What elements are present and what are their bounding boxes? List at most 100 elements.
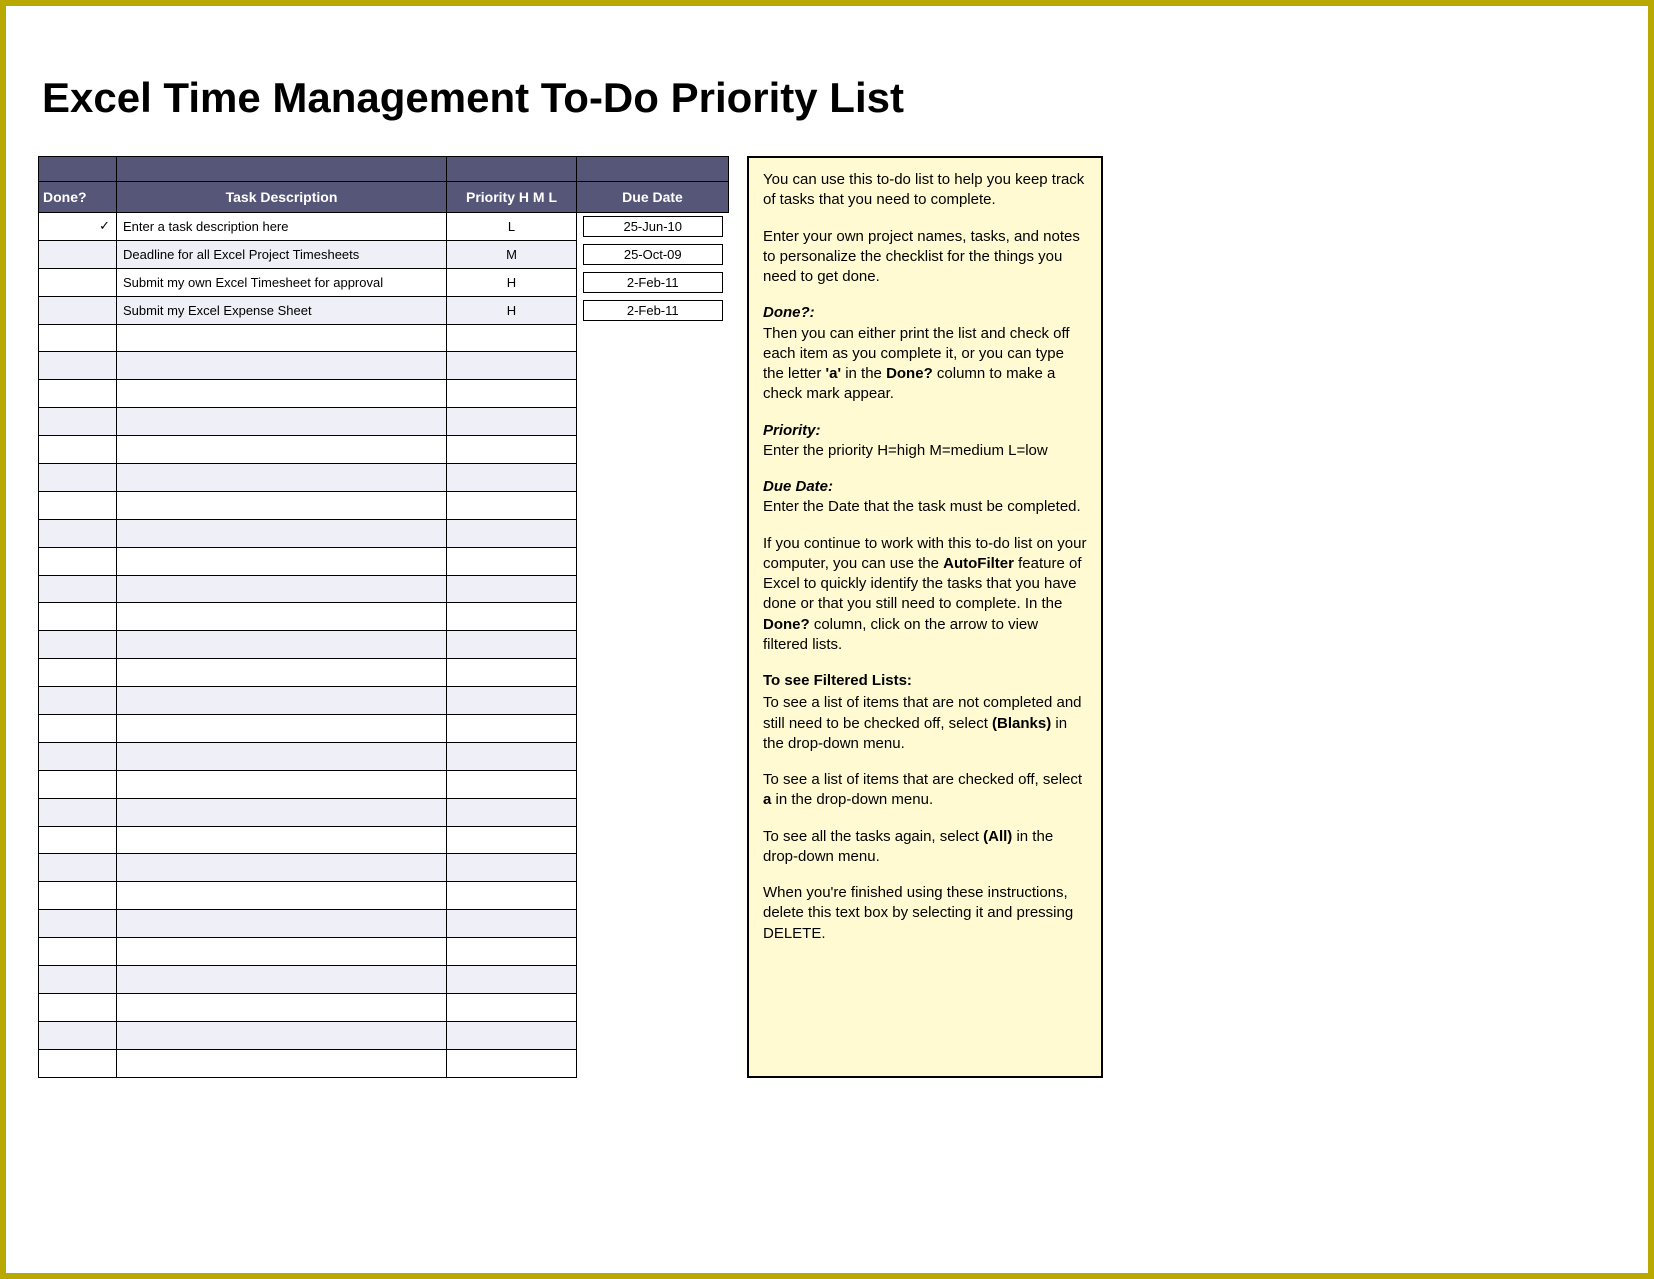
cell-priority[interactable] — [447, 603, 577, 631]
cell-due[interactable] — [577, 603, 729, 631]
cell-priority[interactable] — [447, 659, 577, 687]
cell-priority[interactable] — [447, 882, 577, 910]
cell-done[interactable] — [39, 408, 117, 436]
cell-due[interactable] — [577, 380, 729, 408]
cell-task[interactable] — [117, 966, 447, 994]
cell-done[interactable] — [39, 547, 117, 575]
column-header-due[interactable]: Due Date — [577, 157, 729, 213]
column-header-done[interactable]: Done? — [39, 157, 117, 213]
cell-priority[interactable]: L — [447, 213, 577, 241]
cell-done[interactable] — [39, 240, 117, 268]
cell-due[interactable] — [577, 715, 729, 743]
cell-due[interactable] — [577, 1049, 729, 1077]
cell-task[interactable] — [117, 1049, 447, 1077]
cell-done[interactable] — [39, 1049, 117, 1077]
cell-priority[interactable]: M — [447, 240, 577, 268]
cell-task[interactable] — [117, 491, 447, 519]
cell-done[interactable] — [39, 603, 117, 631]
cell-due[interactable] — [577, 687, 729, 715]
cell-task[interactable] — [117, 547, 447, 575]
cell-due[interactable] — [577, 491, 729, 519]
cell-due[interactable] — [577, 798, 729, 826]
cell-task[interactable] — [117, 687, 447, 715]
cell-task[interactable]: Submit my own Excel Timesheet for approv… — [117, 268, 447, 296]
cell-task[interactable] — [117, 993, 447, 1021]
cell-priority[interactable] — [447, 1049, 577, 1077]
cell-done[interactable] — [39, 854, 117, 882]
cell-task[interactable] — [117, 882, 447, 910]
cell-done[interactable] — [39, 826, 117, 854]
cell-priority[interactable] — [447, 910, 577, 938]
cell-done[interactable] — [39, 352, 117, 380]
cell-due[interactable]: 25-Oct-09 — [577, 240, 729, 268]
instructions-panel[interactable]: You can use this to-do list to help you … — [747, 156, 1103, 1078]
cell-due[interactable] — [577, 993, 729, 1021]
cell-task[interactable] — [117, 770, 447, 798]
cell-due[interactable] — [577, 882, 729, 910]
cell-priority[interactable] — [447, 687, 577, 715]
cell-due[interactable] — [577, 631, 729, 659]
cell-priority[interactable] — [447, 464, 577, 492]
cell-due[interactable] — [577, 575, 729, 603]
cell-priority[interactable] — [447, 575, 577, 603]
cell-due[interactable] — [577, 659, 729, 687]
cell-task[interactable] — [117, 910, 447, 938]
cell-task[interactable]: Submit my Excel Expense Sheet — [117, 296, 447, 324]
column-header-task[interactable]: Task Description — [117, 157, 447, 213]
cell-task[interactable] — [117, 352, 447, 380]
cell-done[interactable] — [39, 324, 117, 352]
cell-priority[interactable] — [447, 519, 577, 547]
cell-done[interactable] — [39, 1021, 117, 1049]
cell-done[interactable] — [39, 575, 117, 603]
cell-done[interactable] — [39, 742, 117, 770]
cell-priority[interactable] — [447, 993, 577, 1021]
cell-priority[interactable] — [447, 938, 577, 966]
cell-due[interactable] — [577, 464, 729, 492]
cell-due[interactable] — [577, 938, 729, 966]
cell-done[interactable] — [39, 380, 117, 408]
cell-priority[interactable] — [447, 798, 577, 826]
cell-due[interactable] — [577, 910, 729, 938]
cell-due[interactable] — [577, 408, 729, 436]
cell-priority[interactable] — [447, 770, 577, 798]
cell-due[interactable]: 2-Feb-11 — [577, 296, 729, 324]
cell-due[interactable] — [577, 854, 729, 882]
cell-priority[interactable] — [447, 380, 577, 408]
cell-done[interactable] — [39, 519, 117, 547]
cell-task[interactable] — [117, 659, 447, 687]
cell-done[interactable] — [39, 464, 117, 492]
cell-done[interactable] — [39, 268, 117, 296]
cell-done[interactable] — [39, 798, 117, 826]
cell-done[interactable] — [39, 882, 117, 910]
cell-done[interactable] — [39, 910, 117, 938]
cell-done[interactable] — [39, 631, 117, 659]
cell-task[interactable] — [117, 380, 447, 408]
cell-due[interactable] — [577, 1021, 729, 1049]
cell-priority[interactable] — [447, 715, 577, 743]
cell-task[interactable] — [117, 408, 447, 436]
cell-priority[interactable] — [447, 324, 577, 352]
cell-done[interactable] — [39, 993, 117, 1021]
cell-done[interactable] — [39, 687, 117, 715]
cell-priority[interactable] — [447, 408, 577, 436]
cell-priority[interactable] — [447, 854, 577, 882]
cell-due[interactable] — [577, 519, 729, 547]
cell-priority[interactable] — [447, 966, 577, 994]
cell-priority[interactable] — [447, 436, 577, 464]
cell-priority[interactable] — [447, 352, 577, 380]
cell-task[interactable] — [117, 715, 447, 743]
cell-priority[interactable]: H — [447, 296, 577, 324]
cell-priority[interactable] — [447, 1021, 577, 1049]
cell-task[interactable] — [117, 826, 447, 854]
cell-task[interactable] — [117, 436, 447, 464]
cell-due[interactable] — [577, 352, 729, 380]
cell-task[interactable] — [117, 324, 447, 352]
cell-task[interactable] — [117, 575, 447, 603]
cell-due[interactable]: 25-Jun-10 — [577, 213, 729, 241]
cell-priority[interactable] — [447, 631, 577, 659]
cell-due[interactable] — [577, 770, 729, 798]
cell-priority[interactable] — [447, 547, 577, 575]
cell-priority[interactable] — [447, 491, 577, 519]
cell-done[interactable] — [39, 659, 117, 687]
cell-due[interactable] — [577, 547, 729, 575]
